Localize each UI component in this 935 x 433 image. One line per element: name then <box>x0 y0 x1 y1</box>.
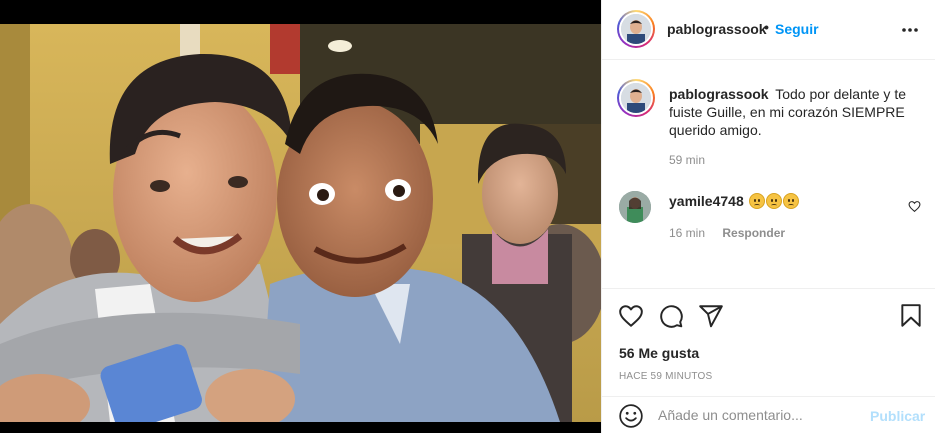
sad-face-emoji-icon <box>748 193 765 209</box>
heart-icon[interactable] <box>618 303 644 329</box>
avatar-photo <box>621 83 651 113</box>
caption-timestamp[interactable]: 59 min <box>669 153 705 167</box>
post-photo[interactable] <box>0 24 601 422</box>
comment-meta: 16 min Responder <box>669 226 785 240</box>
post-caption: pablograssook Todo por delante y te fuis… <box>669 85 929 139</box>
comment-input[interactable] <box>658 402 858 428</box>
comment-icon[interactable] <box>658 303 684 329</box>
like-count[interactable]: 56 Me gusta <box>619 345 699 361</box>
avatar-photo <box>619 191 651 223</box>
publish-button[interactable]: Publicar <box>870 408 925 424</box>
comment-heart-icon[interactable] <box>908 200 921 213</box>
post-actions: 56 Me gusta HACE 59 MINUTOS Publicar <box>602 288 935 433</box>
sad-face-emoji-icon <box>765 193 782 209</box>
media-letterbox-top <box>0 0 601 24</box>
post-header: pablograssook • Seguir <box>602 0 935 60</box>
comment-timestamp[interactable]: 16 min <box>669 226 705 240</box>
comment-emojis <box>748 193 799 209</box>
instagram-post: pablograssook • Seguir pablograssook Tod… <box>0 0 935 433</box>
bookmark-icon[interactable] <box>898 303 924 329</box>
photo-illustration <box>0 24 601 422</box>
more-options-icon[interactable] <box>900 20 920 40</box>
sad-face-emoji-icon <box>782 193 799 209</box>
comment-row: yamile4748 <box>669 192 899 210</box>
commenter-avatar[interactable] <box>619 191 651 223</box>
author-username[interactable]: pablograssook <box>667 21 767 37</box>
post-side-panel: pablograssook • Seguir pablograssook Tod… <box>601 0 935 433</box>
avatar-photo <box>621 14 651 44</box>
comments-list[interactable]: pablograssook Todo por delante y te fuis… <box>602 61 935 287</box>
reply-button[interactable]: Responder <box>722 226 785 240</box>
caption-avatar[interactable] <box>617 79 655 117</box>
follow-button[interactable]: Seguir <box>775 21 819 37</box>
smiley-icon[interactable] <box>618 403 644 429</box>
author-avatar[interactable] <box>617 10 655 48</box>
header-separator: • <box>764 19 769 35</box>
add-comment-bar: Publicar <box>602 396 935 433</box>
caption-username[interactable]: pablograssook <box>669 86 769 102</box>
post-media[interactable] <box>0 0 601 433</box>
media-letterbox-bottom <box>0 422 601 433</box>
commenter-username[interactable]: yamile4748 <box>669 193 744 209</box>
post-age[interactable]: HACE 59 MINUTOS <box>619 371 712 382</box>
share-icon[interactable] <box>698 303 724 329</box>
